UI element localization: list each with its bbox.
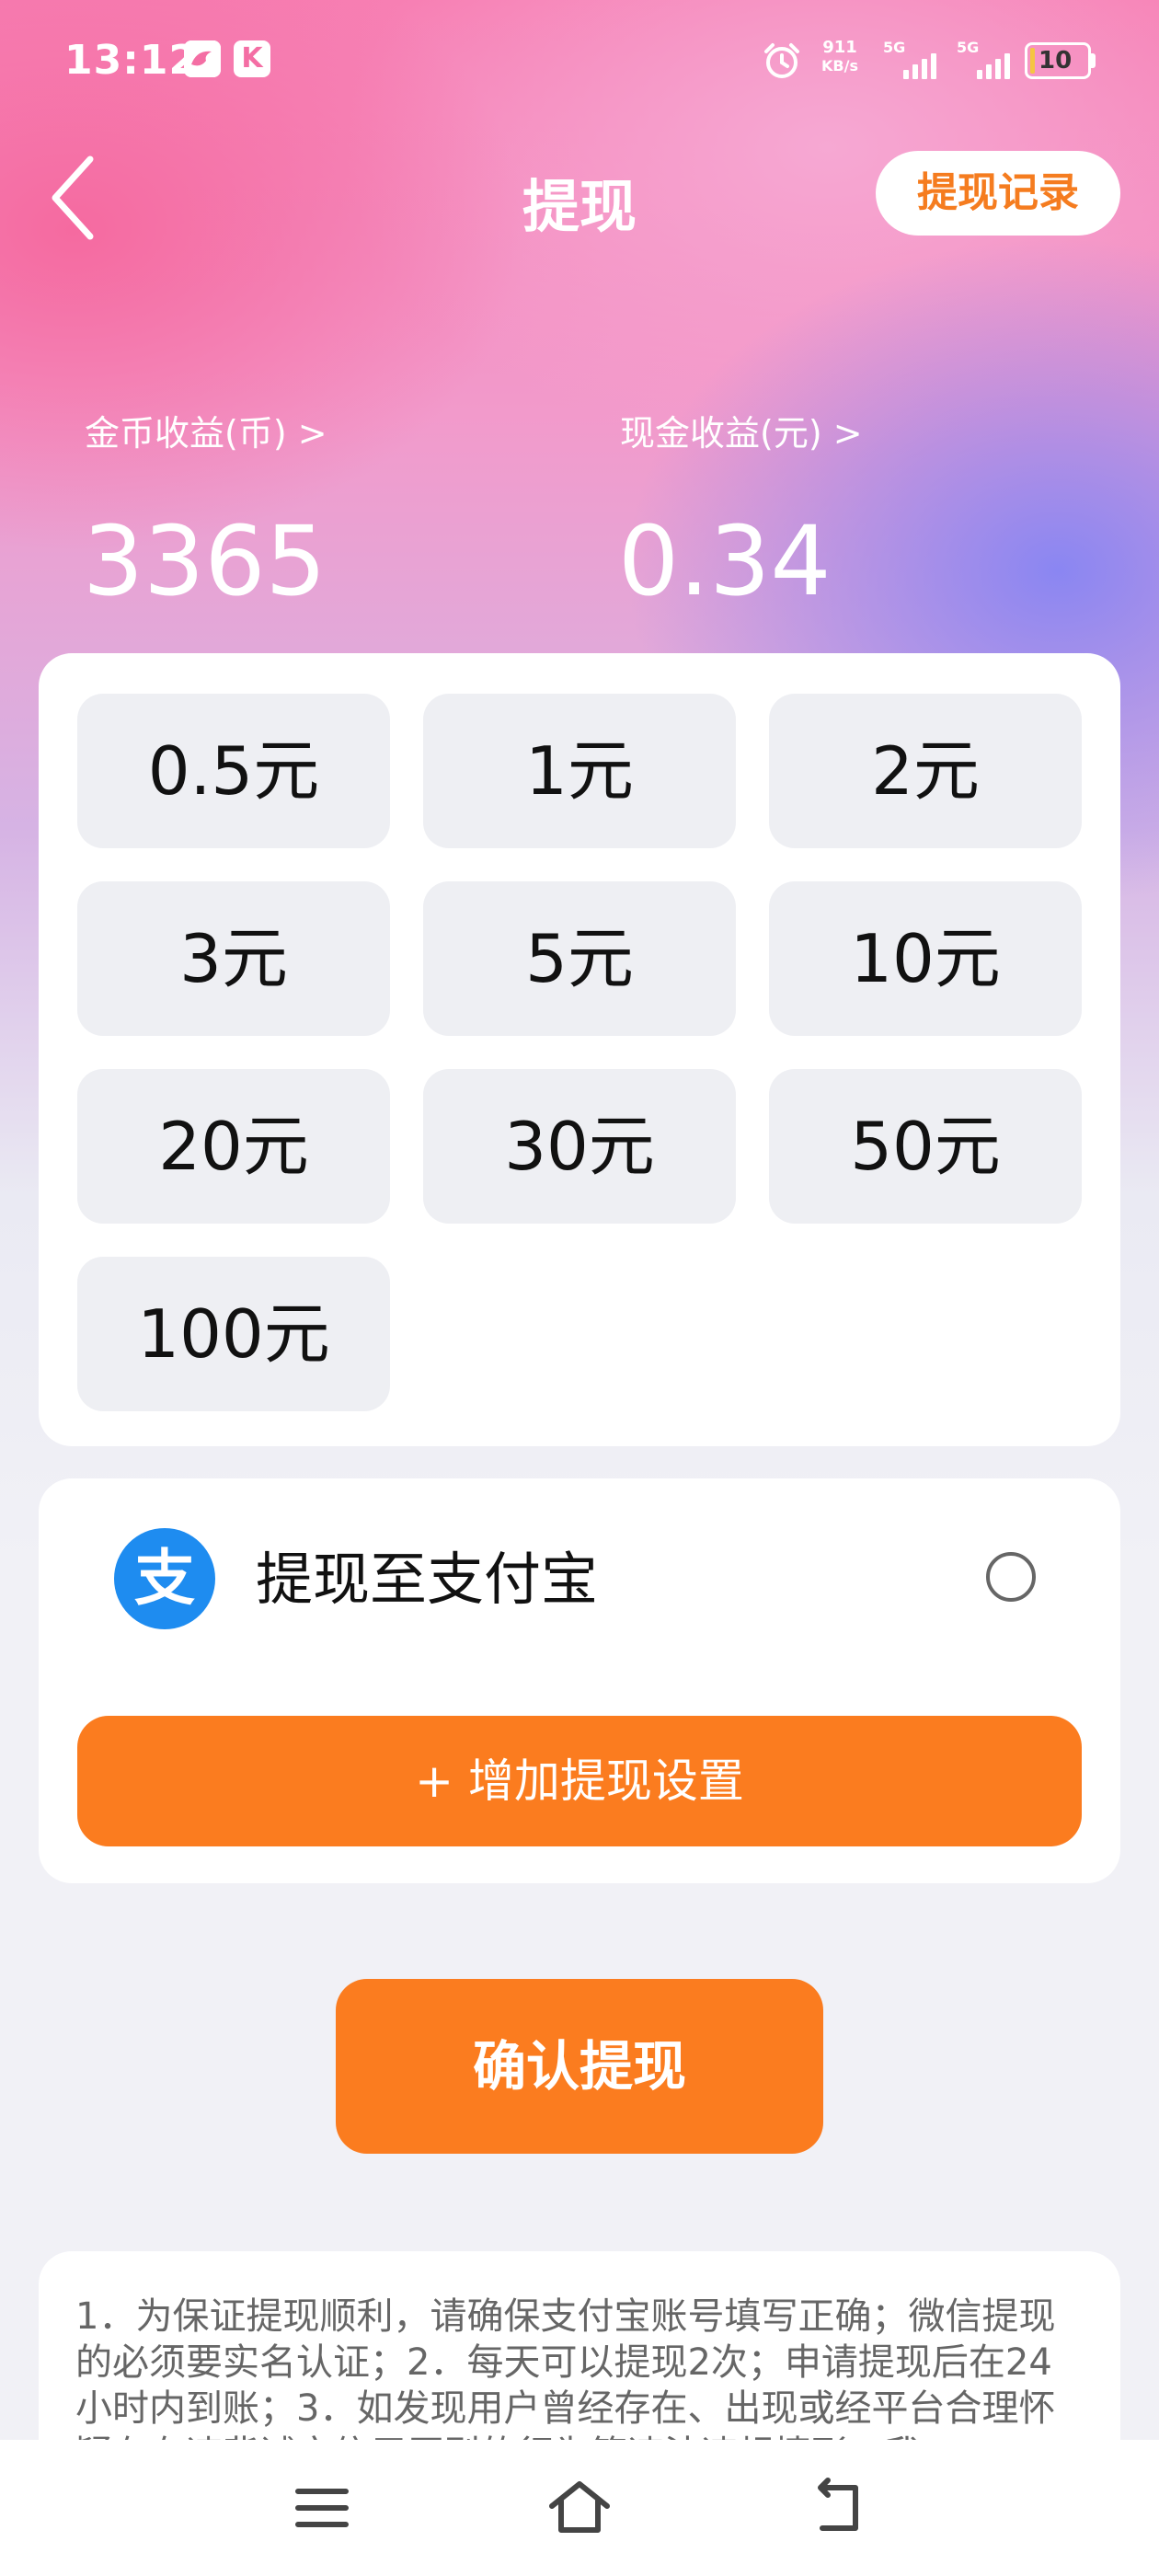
coin-earnings-value: 3365 [83, 505, 327, 617]
amount-option[interactable]: 100元 [77, 1257, 390, 1411]
menu-icon[interactable] [285, 2473, 359, 2543]
net-speed-value: 911 [822, 38, 857, 57]
alipay-option-label[interactable]: 提现至支付宝 [256, 1545, 598, 1615]
amount-option[interactable]: 1元 [423, 694, 736, 848]
signal-icon-sim1: 5G [883, 39, 957, 83]
payment-method-card: 支 提现至支付宝 + 增加提现设置 [39, 1478, 1120, 1883]
amount-grid-card: 0.5元 1元 2元 3元 5元 10元 20元 30元 50元 100元 [39, 653, 1120, 1446]
withdraw-record-button[interactable]: 提现记录 [876, 151, 1120, 236]
coin-earnings-label[interactable]: 金币收益(币) > [85, 405, 327, 455]
cash-earnings-value: 0.34 [618, 505, 832, 617]
amount-option[interactable]: 50元 [769, 1069, 1082, 1224]
alipay-radio[interactable] [986, 1552, 1036, 1602]
k-app-icon: K [234, 40, 270, 77]
signal-icon-sim2: 5G [957, 39, 1030, 83]
status-bar: 13:12 K 911 KB/s 5G 5G 10 [0, 0, 1159, 129]
home-icon[interactable] [543, 2473, 616, 2543]
amount-option[interactable]: 2元 [769, 694, 1082, 848]
bird-icon [184, 40, 221, 77]
alarm-clock-icon [764, 43, 799, 78]
amount-option[interactable]: 20元 [77, 1069, 390, 1224]
cash-earnings-label[interactable]: 现金收益(元) > [620, 405, 863, 455]
net-speed-unit: KB/s [821, 57, 858, 75]
battery-icon: 10 [1025, 42, 1091, 79]
amount-option[interactable]: 3元 [77, 881, 390, 1036]
confirm-withdraw-button[interactable]: 确认提现 [336, 1979, 823, 2154]
alipay-logo-icon: 支 [114, 1528, 215, 1629]
amount-option[interactable]: 0.5元 [77, 694, 390, 848]
net-speed: 911 KB/s [821, 39, 858, 75]
amount-option[interactable]: 10元 [769, 881, 1082, 1036]
add-withdraw-setting-button[interactable]: + 增加提现设置 [77, 1716, 1082, 1846]
back-nav-icon[interactable] [800, 2473, 874, 2543]
battery-level: 10 [1039, 47, 1073, 75]
status-time: 13:12 [64, 37, 199, 84]
system-nav-bar [0, 2440, 1159, 2576]
amount-option[interactable]: 5元 [423, 881, 736, 1036]
amount-option[interactable]: 30元 [423, 1069, 736, 1224]
